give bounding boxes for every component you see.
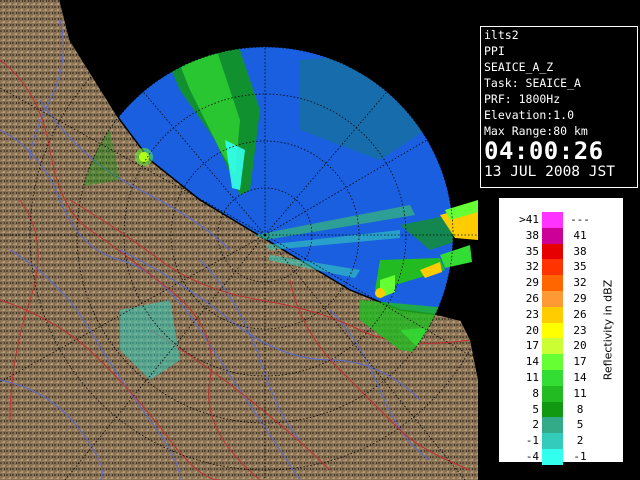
legend-low-value: 32	[525, 260, 539, 274]
legend-color-swatch	[542, 433, 563, 449]
legend-high-value: 23	[573, 323, 587, 337]
scan-time: 04:00:26	[484, 137, 604, 165]
legend-high-value: 26	[573, 307, 587, 321]
legend-color-swatch	[542, 322, 563, 339]
product-code: SEAICE_A_Z	[484, 60, 554, 74]
legend-high-value: 38	[573, 244, 587, 258]
legend-low-value: 20	[525, 323, 539, 337]
product-type: PPI	[484, 44, 505, 58]
legend-low-value: >41	[519, 213, 539, 226]
legend-high-value: 2	[576, 434, 584, 448]
legend-color-swatch	[542, 212, 563, 228]
legend-high-value: 29	[573, 292, 587, 305]
legend-high-value: 14	[573, 371, 587, 384]
legend-high-value: 17	[573, 355, 587, 369]
station-name: ilts2	[484, 28, 519, 42]
legend-color-swatch	[542, 227, 563, 244]
legend-low-value: 29	[525, 276, 539, 290]
legend-title-box: Reflectivity in dBZ	[595, 198, 621, 462]
legend-low-value: 35	[525, 244, 539, 258]
legend-high-value: 32	[573, 276, 587, 290]
reflectivity-legend: >41 --- 38 41 35 38 32 35 29 32 26 29 23 26 20 23 17 20 14…	[499, 198, 623, 465]
legend-low-value: 8	[532, 386, 539, 400]
legend-high-value: 11	[573, 386, 587, 400]
legend-low-value: 38	[525, 228, 539, 242]
legend-low-value: -4	[525, 450, 539, 463]
legend-low-value: 26	[525, 292, 539, 305]
legend-color-swatch	[542, 449, 563, 465]
legend-color-swatch	[542, 275, 563, 291]
legend-low-value: 17	[525, 339, 539, 353]
legend-low-value: 2	[532, 418, 539, 432]
scan-date: 13 JUL 2008 JST	[484, 164, 615, 180]
legend-color-swatch	[542, 385, 563, 402]
legend-color-swatch	[542, 306, 563, 323]
elevation-value: Elevation:1.0	[484, 108, 575, 122]
legend-color-swatch	[542, 370, 563, 386]
legend-high-value: ---	[570, 213, 590, 226]
legend-low-value: -1	[525, 434, 539, 448]
legend-low-value: 14	[525, 355, 539, 369]
legend-high-value: 41	[573, 228, 587, 242]
task-name: Task: SEAICE_A	[484, 76, 581, 90]
legend-color-swatch	[542, 401, 563, 418]
radar-ppi-display[interactable]	[0, 0, 478, 480]
legend-color-swatch	[542, 354, 563, 370]
legend-title: Reflectivity in dBZ	[601, 279, 615, 381]
legend-color-swatch	[542, 243, 563, 260]
legend-low-value: 23	[525, 307, 539, 321]
legend-color-swatch	[542, 291, 563, 307]
legend-color-swatch	[542, 417, 563, 434]
legend-high-value: 5	[576, 418, 584, 432]
legend-low-value: 11	[525, 371, 539, 384]
prf-value: PRF: 1800Hz	[484, 92, 561, 106]
legend-high-value: 35	[573, 260, 587, 274]
legend-high-value: 8	[576, 402, 584, 416]
legend-color-swatch	[542, 338, 563, 355]
legend-low-value: 5	[532, 402, 539, 416]
legend-high-value: 20	[573, 339, 587, 353]
radar-info-panel: ilts2 PPI SEAICE_A_Z Task: SEAICE_A PRF:…	[480, 26, 638, 188]
legend-color-swatch	[542, 259, 563, 276]
legend-high-value: -1	[573, 450, 587, 463]
